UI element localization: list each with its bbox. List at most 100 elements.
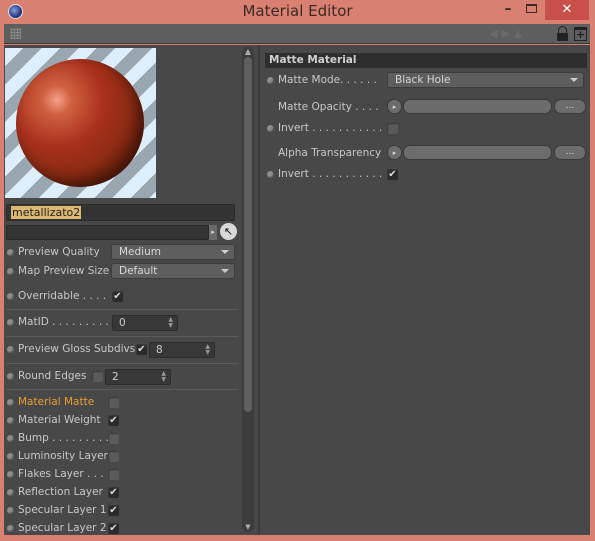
animate-dot-icon[interactable]: [7, 268, 14, 275]
spinner-icon[interactable]: ▲ ▼: [168, 317, 173, 329]
layer-label-material-matte[interactable]: Material Matte: [18, 396, 94, 408]
maximize-button[interactable]: [526, 4, 537, 13]
layer-checkbox-luminosity[interactable]: [108, 451, 119, 462]
matte-opacity-row: Matte Opacity . . . . ▸ ...: [262, 99, 590, 117]
matid-value: 0: [119, 317, 126, 329]
preview-gloss-subdivs-row: Preview Gloss Subdivs ✔ 8 ▲ ▼: [4, 341, 240, 359]
layer-label-flakes[interactable]: Flakes Layer . . . .: [18, 468, 110, 480]
new-window-icon[interactable]: +: [574, 27, 587, 41]
animate-dot-icon[interactable]: [267, 125, 274, 132]
divider: [6, 309, 238, 310]
layer-checkbox-flakes[interactable]: [108, 469, 119, 480]
animate-dot-icon[interactable]: [7, 525, 14, 532]
alpha-transparency-label: Alpha Transparency: [278, 147, 382, 159]
preview-quality-label: Preview Quality: [18, 246, 100, 258]
spinner-icon[interactable]: ▲ ▼: [205, 344, 210, 356]
layer-label-bump[interactable]: Bump . . . . . . . . .: [18, 432, 109, 444]
animate-dot-icon[interactable]: [7, 453, 14, 460]
animate-dot-icon[interactable]: [7, 417, 14, 424]
layer-checkbox-reflection[interactable]: ✔: [108, 487, 119, 498]
layer-checkbox-bump[interactable]: [108, 433, 119, 444]
layer-checkbox-specular-1[interactable]: ✔: [108, 505, 119, 516]
animate-dot-icon[interactable]: [7, 471, 14, 478]
preview-sphere: [16, 59, 144, 187]
link-field[interactable]: [6, 225, 209, 240]
layer-row: Specular Layer 2 ✔: [4, 520, 240, 535]
section-title: Matte Material: [265, 53, 587, 68]
layer-row: Material Weight ✔: [4, 412, 240, 430]
preview-gloss-subdivs-input[interactable]: 8 ▲ ▼: [149, 342, 215, 358]
round-edges-checkbox[interactable]: [92, 371, 103, 382]
invert-row-2: Invert . . . . . . . . . . . ✔: [262, 166, 590, 184]
matte-opacity-texture-slot[interactable]: [403, 99, 552, 114]
matte-mode-dropdown[interactable]: Black Hole: [387, 72, 584, 88]
chevron-down-icon: [221, 250, 229, 254]
matte-mode-value: Black Hole: [395, 74, 451, 86]
layer-checkbox-specular-2[interactable]: ✔: [108, 523, 119, 534]
chevron-down-icon: [221, 269, 229, 273]
minimize-button[interactable]: –: [498, 0, 518, 20]
animate-dot-icon[interactable]: [267, 77, 274, 84]
layer-row: Flakes Layer . . . .: [4, 466, 240, 484]
overridable-checkbox[interactable]: ✔: [112, 291, 123, 302]
animate-dot-icon[interactable]: [7, 489, 14, 496]
round-edges-label: Round Edges: [18, 370, 87, 382]
round-edges-row: Round Edges 2 ▲ ▼: [4, 368, 240, 386]
alpha-transparency-texture-slot[interactable]: [403, 145, 552, 160]
panel-divider[interactable]: [258, 45, 260, 535]
layer-label-reflection[interactable]: Reflection Layer: [18, 486, 103, 498]
alpha-transparency-browse-button[interactable]: ...: [554, 145, 586, 160]
animate-dot-icon[interactable]: [7, 249, 14, 256]
alpha-transparency-expand-button[interactable]: ▸: [387, 145, 402, 160]
layer-label-specular-2[interactable]: Specular Layer 2: [18, 522, 107, 534]
layer-label-luminosity[interactable]: Luminosity Layer: [18, 450, 108, 462]
attributes-panel: Matte Material Matte Mode. . . . . . Bla…: [262, 45, 590, 535]
left-panel-scrollbar[interactable]: ▲ ▼: [242, 47, 254, 532]
material-preview[interactable]: [5, 48, 156, 198]
animate-dot-icon[interactable]: [7, 399, 14, 406]
animate-dot-icon[interactable]: [7, 319, 14, 326]
scroll-up-icon[interactable]: ▲: [243, 47, 253, 57]
preview-quality-value: Medium: [119, 246, 161, 258]
picker-icon[interactable]: ↖: [220, 223, 237, 240]
close-button[interactable]: ✕: [545, 0, 589, 20]
title-bar: Material Editor – ✕: [0, 0, 595, 24]
animate-dot-icon[interactable]: [7, 346, 14, 353]
grip-icon[interactable]: [10, 28, 21, 39]
matte-mode-row: Matte Mode. . . . . . Black Hole: [262, 72, 590, 90]
matte-opacity-browse-button[interactable]: ...: [554, 99, 586, 114]
layer-label-specular-1[interactable]: Specular Layer 1: [18, 504, 107, 516]
scroll-down-icon[interactable]: ▼: [243, 522, 253, 532]
layer-row: Specular Layer 1 ✔: [4, 502, 240, 520]
invert-checkbox-1[interactable]: [387, 123, 398, 134]
link-arrow-button[interactable]: ▸: [209, 225, 217, 240]
material-name-input[interactable]: metallizato2: [6, 204, 235, 221]
chevron-down-icon: [570, 78, 578, 82]
lock-icon[interactable]: [556, 26, 570, 42]
animate-dot-icon[interactable]: [7, 293, 14, 300]
matte-opacity-expand-button[interactable]: ▸: [387, 99, 402, 114]
material-name-text: metallizato2: [11, 206, 82, 219]
animate-dot-icon[interactable]: [7, 373, 14, 380]
scrollbar-thumb[interactable]: [244, 57, 252, 412]
preview-quality-dropdown[interactable]: Medium: [111, 244, 235, 260]
preview-quality-row: Preview Quality Medium: [4, 244, 240, 262]
round-edges-input[interactable]: 2 ▲ ▼: [105, 369, 171, 385]
invert-checkbox-2[interactable]: ✔: [387, 169, 398, 180]
map-preview-size-dropdown[interactable]: Default: [111, 263, 235, 279]
matte-opacity-label: Matte Opacity . . . .: [278, 101, 379, 113]
layer-label-material-weight[interactable]: Material Weight: [18, 414, 101, 426]
preview-gloss-subdivs-checkbox[interactable]: ✔: [136, 344, 147, 355]
layer-checkbox-material-matte[interactable]: [108, 397, 119, 408]
matid-row: MatID . . . . . . . . . 0 ▲ ▼: [4, 314, 240, 332]
toolbar: ◀▶▲ +: [4, 24, 590, 44]
animate-dot-icon[interactable]: [7, 507, 14, 514]
spinner-icon[interactable]: ▲ ▼: [161, 371, 166, 383]
animate-dot-icon[interactable]: [267, 171, 274, 178]
divider: [6, 389, 238, 390]
animate-dot-icon[interactable]: [7, 435, 14, 442]
layer-row: Reflection Layer ✔: [4, 484, 240, 502]
navigation-arrows-icon: ◀▶▲: [489, 27, 527, 40]
matid-input[interactable]: 0 ▲ ▼: [112, 315, 178, 331]
layer-checkbox-material-weight[interactable]: ✔: [108, 415, 119, 426]
